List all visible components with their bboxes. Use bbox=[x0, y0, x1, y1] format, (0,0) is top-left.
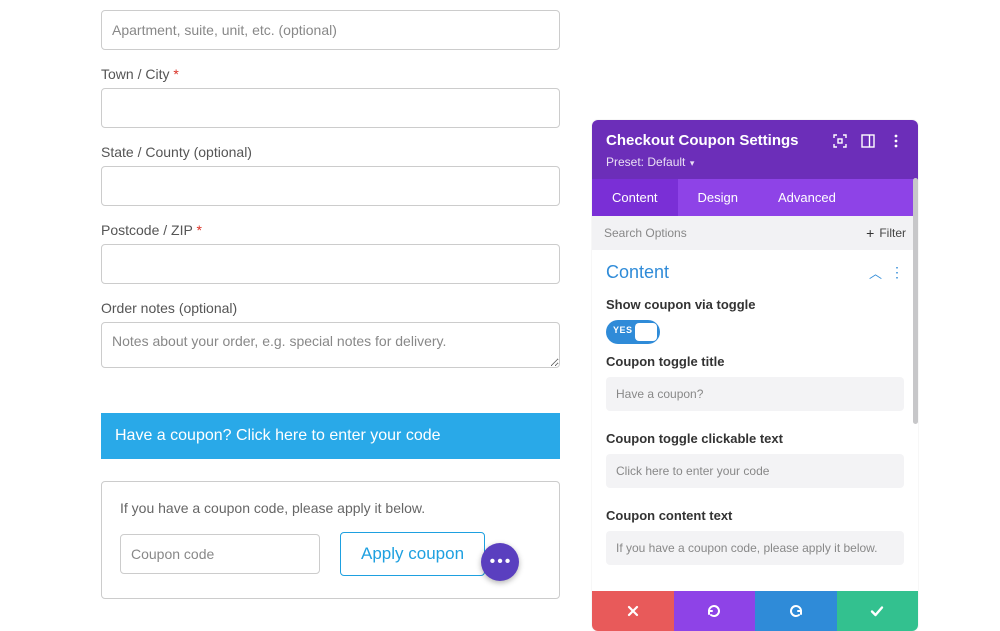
opt-label-clickable-text: Coupon toggle clickable text bbox=[606, 431, 904, 446]
ellipsis-icon: ••• bbox=[490, 553, 513, 571]
redo-icon bbox=[788, 603, 804, 619]
undo-icon bbox=[706, 603, 722, 619]
coupon-toggle-bar[interactable]: Have a coupon? Click here to enter your … bbox=[101, 413, 560, 459]
coupon-box: If you have a coupon code, please apply … bbox=[101, 481, 560, 599]
close-icon bbox=[626, 604, 640, 618]
town-input[interactable] bbox=[101, 88, 560, 128]
toggle-state-label: YES bbox=[613, 325, 633, 335]
apply-coupon-button[interactable]: Apply coupon bbox=[340, 532, 485, 576]
chevron-down-icon: ▾ bbox=[687, 158, 694, 168]
filter-button[interactable]: +Filter bbox=[854, 216, 918, 250]
state-label: State / County (optional) bbox=[101, 144, 560, 160]
panel-tabs: Content Design Advanced bbox=[592, 179, 918, 216]
checkout-form: Town / City * State / County (optional) … bbox=[101, 0, 560, 599]
order-notes-input[interactable] bbox=[101, 322, 560, 368]
coupon-instructions: If you have a coupon code, please apply … bbox=[120, 500, 541, 516]
toggle-knob bbox=[635, 323, 657, 341]
panel-scrollbar[interactable] bbox=[913, 178, 918, 424]
toggle-title-input[interactable] bbox=[606, 377, 904, 411]
undo-button[interactable] bbox=[674, 591, 756, 631]
opt-label-show-toggle: Show coupon via toggle bbox=[606, 297, 904, 312]
search-options-input[interactable] bbox=[592, 216, 854, 250]
plus-icon: + bbox=[866, 226, 874, 240]
snap-icon[interactable] bbox=[860, 133, 876, 149]
redo-button[interactable] bbox=[755, 591, 837, 631]
opt-label-toggle-title: Coupon toggle title bbox=[606, 354, 904, 369]
focus-icon[interactable] bbox=[832, 133, 848, 149]
state-input[interactable] bbox=[101, 166, 560, 206]
order-notes-label: Order notes (optional) bbox=[101, 300, 560, 316]
section-title-content[interactable]: Content bbox=[606, 262, 669, 283]
panel-action-bar bbox=[592, 591, 918, 631]
apartment-input[interactable] bbox=[101, 10, 560, 50]
cancel-button[interactable] bbox=[592, 591, 674, 631]
preset-dropdown[interactable]: Preset: Default ▾ bbox=[606, 155, 904, 169]
clickable-text-input[interactable] bbox=[606, 454, 904, 488]
tab-design[interactable]: Design bbox=[678, 179, 758, 216]
panel-header: Checkout Coupon Settings Preset: Default… bbox=[592, 120, 918, 179]
save-button[interactable] bbox=[837, 591, 919, 631]
panel-title: Checkout Coupon Settings bbox=[606, 132, 799, 149]
postcode-input[interactable] bbox=[101, 244, 560, 284]
required-mark: * bbox=[196, 222, 201, 238]
tab-advanced[interactable]: Advanced bbox=[758, 179, 856, 216]
chevron-up-icon[interactable]: ︿ bbox=[869, 263, 882, 282]
kebab-icon[interactable] bbox=[888, 133, 904, 149]
kebab-icon[interactable]: ⋮ bbox=[890, 264, 904, 281]
coupon-code-input[interactable] bbox=[120, 534, 320, 574]
check-icon bbox=[869, 603, 885, 619]
show-coupon-toggle[interactable]: YES bbox=[606, 320, 660, 344]
content-text-input[interactable] bbox=[606, 531, 904, 565]
settings-panel: Checkout Coupon Settings Preset: Default… bbox=[592, 120, 918, 631]
panel-body: Content ︿ ⋮ Show coupon via toggle YES C… bbox=[592, 250, 918, 591]
module-fab-button[interactable]: ••• bbox=[481, 543, 519, 581]
town-label: Town / City * bbox=[101, 66, 560, 82]
tab-content[interactable]: Content bbox=[592, 179, 678, 216]
required-mark: * bbox=[173, 66, 178, 82]
postcode-label: Postcode / ZIP * bbox=[101, 222, 560, 238]
opt-label-content-text: Coupon content text bbox=[606, 508, 904, 523]
